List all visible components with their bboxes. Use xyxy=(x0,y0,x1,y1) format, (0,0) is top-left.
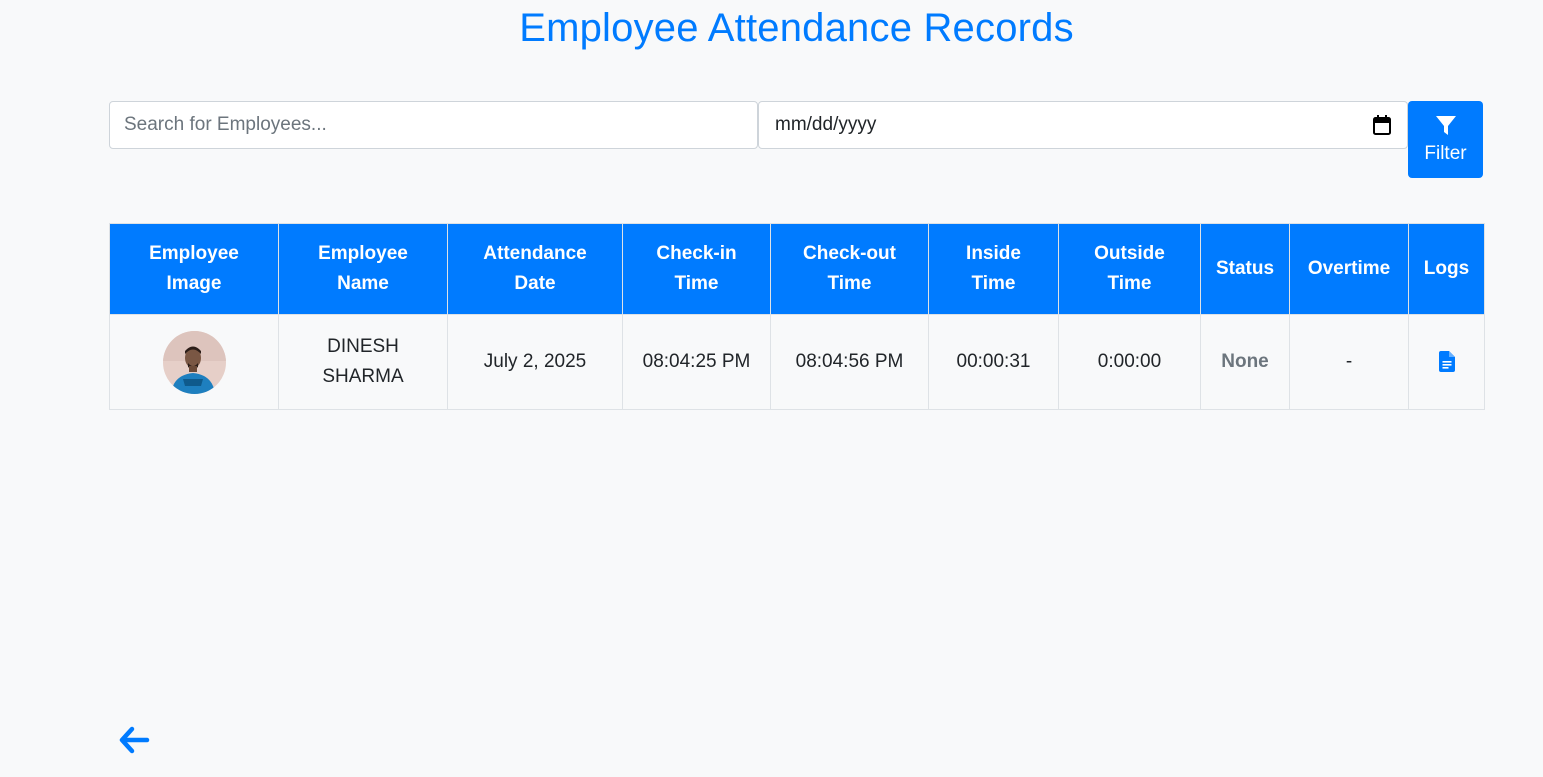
page-title: Employee Attendance Records xyxy=(519,6,1074,50)
search-input[interactable] xyxy=(109,101,758,149)
header-inside-time: Inside Time xyxy=(928,223,1059,315)
cell-attendance-date: July 2, 2025 xyxy=(447,314,623,410)
cell-check-out-time: 08:04:56 PM xyxy=(770,314,929,410)
status-badge: None xyxy=(1221,351,1269,372)
header-status: Status xyxy=(1200,223,1290,315)
header-employee-name: Employee Name xyxy=(278,223,448,315)
cell-check-in-time: 08:04:25 PM xyxy=(622,314,771,410)
header-outside-time: Outside Time xyxy=(1058,223,1201,315)
header-check-in-time: Check-in Time xyxy=(622,223,771,315)
cell-logs xyxy=(1408,314,1485,410)
filter-icon xyxy=(1435,115,1456,135)
avatar xyxy=(162,330,226,394)
attendance-table: Employee Image Employee Name Attendance Dat… xyxy=(109,223,1485,410)
cell-status: None xyxy=(1200,314,1290,410)
header-check-out-time: Check-out Time xyxy=(770,223,929,315)
cell-employee-image xyxy=(109,314,279,410)
cell-outside-time: 0:00:00 xyxy=(1058,314,1201,410)
date-input[interactable]: mm/dd/yyyy xyxy=(758,101,1408,149)
table-header-row: Employee Image Employee Name Attendance Dat… xyxy=(109,223,1485,315)
cell-inside-time: 00:00:31 xyxy=(928,314,1059,410)
header-overtime: Overtime xyxy=(1289,223,1409,315)
arrow-left-icon[interactable] xyxy=(118,726,150,754)
header-logs: Logs xyxy=(1408,223,1485,315)
cell-employee-name: DINESH SHARMA xyxy=(278,314,448,410)
date-placeholder: mm/dd/yyyy xyxy=(775,114,877,135)
header-attendance-date: Attendance Date xyxy=(447,223,623,315)
calendar-icon[interactable] xyxy=(1373,115,1391,135)
cell-overtime: - xyxy=(1289,314,1409,410)
header-employee-image: Employee Image xyxy=(109,223,279,315)
table-row: DINESH SHARMA July 2, 2025 08:04:25 PM 08… xyxy=(109,314,1485,410)
filter-button[interactable]: Filter xyxy=(1408,101,1483,178)
file-text-icon[interactable] xyxy=(1438,351,1455,373)
filter-button-label: Filter xyxy=(1424,142,1467,164)
